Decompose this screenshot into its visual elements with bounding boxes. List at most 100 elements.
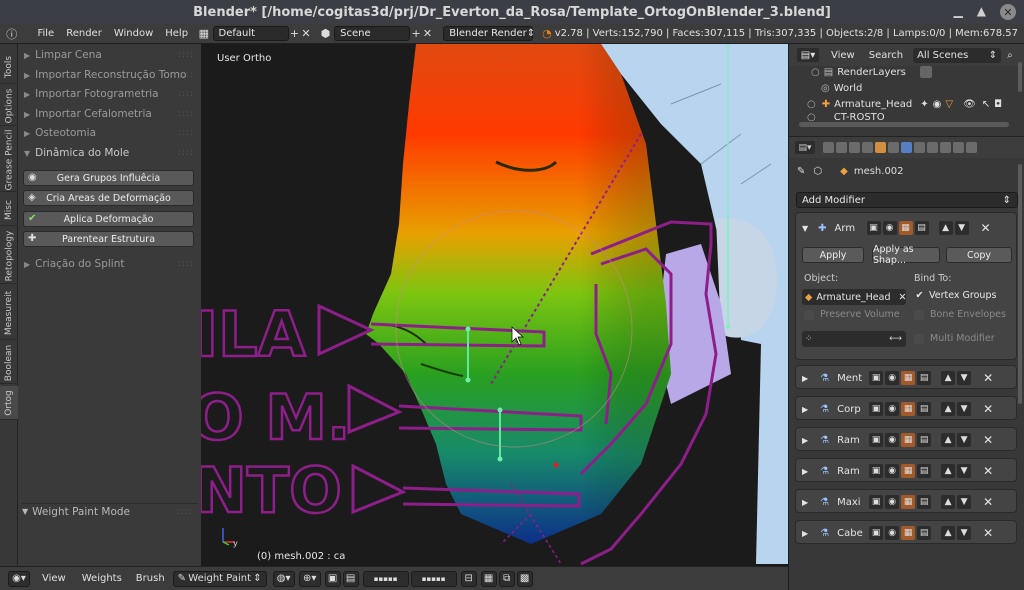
move-down-icon[interactable]: ▼ — [954, 221, 969, 235]
render-tab-icon[interactable] — [823, 142, 834, 153]
constraints-tab-icon[interactable] — [888, 142, 899, 153]
tab-boolean[interactable]: Boolean — [0, 342, 18, 384]
move-down-icon[interactable]: ▼ — [957, 464, 972, 478]
modifier-name[interactable]: Corp — [837, 404, 865, 415]
tab-misc[interactable]: Misc — [0, 194, 18, 226]
properties-scrollbar[interactable] — [1018, 164, 1022, 404]
remove-modifier-icon[interactable]: ✕ — [983, 495, 993, 509]
move-down-icon[interactable]: ▼ — [957, 495, 972, 509]
outliner-item-renderlayers[interactable]: ○ ▤ RenderLayers — [789, 64, 1024, 80]
mode-select[interactable]: ✎ Weight Paint ⇕ — [172, 570, 267, 587]
texture-tab-icon[interactable] — [940, 142, 951, 153]
bone-envelopes-checkbox[interactable]: Bone Envelopes — [914, 309, 1006, 320]
move-down-icon[interactable]: ▼ — [957, 402, 972, 416]
particles-tab-icon[interactable] — [953, 142, 964, 153]
preserve-volume-checkbox[interactable]: Preserve Volume — [804, 309, 900, 320]
realtime-toggle-icon[interactable]: ▣ — [869, 526, 884, 540]
cria-areas-button[interactable]: ◈ Cria Areas de Deformação — [23, 190, 194, 206]
tab-measureit[interactable]: Measureit — [0, 286, 18, 340]
outliner-editor-icon[interactable]: ▤▾ — [797, 48, 819, 62]
scene-icon[interactable]: ⬢ — [320, 26, 331, 41]
drag-handle-icon[interactable]: :::: — [176, 507, 192, 517]
render-toggle-icon[interactable]: ◉ — [885, 526, 900, 540]
tab-options[interactable]: Options — [0, 86, 18, 126]
editmode-toggle-icon[interactable]: ▦ — [898, 221, 913, 235]
physics-tab-icon[interactable] — [966, 142, 977, 153]
drag-handle-icon[interactable]: :::: — [178, 259, 194, 269]
panel-importar-reconstrucao[interactable]: ▶ Importar Reconstrução Tomo:::: — [24, 66, 200, 84]
layers-widget[interactable]: ▪▪▪▪▪ — [362, 570, 409, 587]
info-editor-type-icon[interactable]: ⓘ — [6, 26, 17, 41]
outliner-vertical-scrollbar[interactable] — [1018, 62, 1022, 92]
copy-button[interactable]: Copy — [946, 247, 1012, 263]
modifier-name[interactable]: Cabe — [837, 528, 865, 539]
pivot-icon[interactable]: ⊕▾ — [298, 570, 321, 587]
modifier-name[interactable]: Arm — [835, 223, 863, 234]
modifiers-tab-icon[interactable] — [901, 142, 912, 153]
move-down-icon[interactable]: ▼ — [957, 526, 972, 540]
screen-layout-field[interactable]: Default — [212, 26, 289, 41]
outliner-item-ct-rosto[interactable]: ○ CT-ROSTO — [789, 112, 1024, 122]
drag-handle-icon[interactable]: :::: — [178, 70, 194, 80]
camera-icon[interactable]: ⧉ — [498, 570, 515, 587]
remove-scene-icon[interactable]: ✕ — [422, 26, 433, 41]
outliner-search-icon[interactable]: ⌕ — [1007, 50, 1013, 61]
render-toggle-icon[interactable]: ◉ — [885, 464, 900, 478]
move-up-icon[interactable]: ▲ — [941, 464, 956, 478]
minimize-icon[interactable]: ▁ — [954, 4, 963, 20]
render-toggle-icon[interactable]: ◉ — [885, 495, 900, 509]
move-up-icon[interactable]: ▲ — [941, 495, 956, 509]
render-toggle-icon[interactable]: ◉ — [885, 433, 900, 447]
render-toggle-icon[interactable]: ◉ — [882, 221, 897, 235]
render-engine-select[interactable]: Blender Render ⇕ — [443, 26, 535, 41]
modifier-name[interactable]: Ment — [837, 373, 865, 384]
drag-handle-icon[interactable]: :::: — [178, 89, 194, 99]
parentear-estrutura-button[interactable]: ✚ Parentear Estrutura — [23, 231, 194, 247]
pin-icon[interactable]: ✎ — [797, 166, 805, 177]
drag-handle-icon[interactable]: :::: — [178, 50, 194, 60]
shading-icon[interactable]: ◍▾ — [272, 570, 295, 587]
panel-limpar-cena[interactable]: ▶ Limpar Cena:::: — [24, 46, 200, 64]
multi-modifier-checkbox[interactable]: Multi Modifier — [914, 333, 995, 344]
3d-viewport[interactable]: ILA O M. NTO y User Ortho (0) mesh.002 :… — [201, 44, 788, 566]
editmode-toggle-icon[interactable]: ▦ — [901, 526, 916, 540]
data-tab-icon[interactable] — [914, 142, 925, 153]
menu-window[interactable]: Window — [108, 28, 159, 39]
apply-as-shape-button[interactable]: Apply as Shap... — [872, 244, 940, 266]
triangle-down-icon[interactable]: ▼ — [802, 224, 808, 233]
drag-handle-icon[interactable]: :::: — [178, 128, 194, 138]
screen-layout-icon[interactable]: ▦ — [198, 26, 209, 41]
cage-toggle-icon[interactable]: ▤ — [917, 371, 932, 385]
realtime-toggle-icon[interactable]: ▣ — [869, 464, 884, 478]
triangle-right-icon[interactable]: ▶ — [802, 529, 808, 538]
menu-weights[interactable]: Weights — [82, 573, 122, 584]
vertex-group-field[interactable]: ⁘ ⟷ — [802, 331, 906, 347]
mask-face-icon[interactable]: ▣ — [324, 570, 341, 587]
world-tab-icon[interactable] — [862, 142, 873, 153]
aplica-deformacao-button[interactable]: ✔ Aplica Deformação — [23, 211, 194, 227]
cage-toggle-icon[interactable]: ▤ — [917, 433, 932, 447]
triangle-right-icon[interactable]: ▶ — [802, 498, 808, 507]
cage-toggle-icon[interactable]: ▤ — [917, 402, 932, 416]
modifier-name[interactable]: Ram — [837, 466, 865, 477]
tab-retopology[interactable]: Retopology — [0, 228, 18, 284]
drag-handle-icon[interactable]: :::: — [178, 109, 194, 119]
triangle-right-icon[interactable]: ▶ — [802, 374, 808, 383]
lock-layers-icon[interactable]: ⊟ — [460, 570, 477, 587]
remove-modifier-icon[interactable]: ✕ — [983, 402, 993, 416]
cage-toggle-icon[interactable]: ▤ — [914, 221, 929, 235]
outliner-item-world[interactable]: ◎ World — [789, 80, 1024, 96]
realtime-toggle-icon[interactable]: ▣ — [869, 371, 884, 385]
add-modifier-select[interactable]: Add Modifier ⇕ — [796, 192, 1018, 208]
remove-modifier-icon[interactable]: ✕ — [981, 221, 991, 235]
panel-dinamica-do-mole[interactable]: ▼ Dinâmica do Mole:::: — [24, 144, 200, 162]
triangle-right-icon[interactable]: ▶ — [802, 436, 808, 445]
object-tab-icon[interactable] — [875, 142, 886, 153]
remove-modifier-icon[interactable]: ✕ — [983, 464, 993, 478]
editmode-toggle-icon[interactable]: ▦ — [901, 402, 916, 416]
menu-view[interactable]: View — [42, 573, 66, 584]
panel-importar-fotogrametria[interactable]: ▶ Importar Fotogrametria:::: — [24, 85, 200, 103]
outliner-menu-view[interactable]: View — [831, 50, 855, 61]
maximize-icon[interactable]: ▲ — [977, 4, 986, 20]
cage-toggle-icon[interactable]: ▤ — [917, 495, 932, 509]
